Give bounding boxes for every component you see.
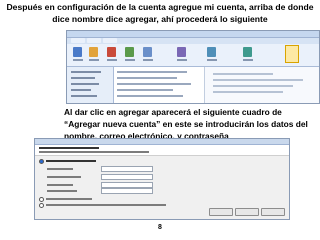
ribbon-tab: [71, 38, 85, 43]
cancel-button[interactable]: [261, 208, 285, 216]
ribbon-label: [73, 59, 83, 61]
move-icon: [177, 47, 186, 57]
ribbon-label: [107, 59, 117, 61]
new-mail-icon: [73, 47, 82, 57]
address-book-icon: [243, 47, 252, 57]
manual-setup-radio[interactable]: [39, 203, 44, 208]
dialog-header: [35, 145, 289, 156]
text-messaging-radio[interactable]: [39, 197, 44, 202]
ribbon-label: [125, 59, 135, 61]
auto-setup-radio[interactable]: [39, 159, 44, 164]
reading-pane: [205, 67, 319, 103]
ribbon-tab: [87, 38, 101, 43]
mail-list: [114, 67, 205, 103]
reply-icon: [125, 47, 134, 57]
add-new-account-dialog-screenshot: [34, 138, 290, 220]
ribbon-toolbar: [67, 44, 319, 67]
ribbon-tab: [103, 38, 117, 43]
name-field[interactable]: [101, 166, 153, 172]
rules-icon: [207, 47, 216, 57]
email-field[interactable]: [101, 174, 153, 180]
confirm-password-field[interactable]: [101, 188, 153, 194]
page-number: 8: [158, 224, 162, 231]
new-items-icon: [89, 47, 98, 57]
window-titlebar: [67, 31, 319, 38]
ribbon-label: [207, 59, 217, 61]
top-caption: Después en configuración de la cuenta ag…: [6, 2, 314, 24]
delete-icon: [107, 47, 116, 57]
ribbon-label: [143, 59, 153, 61]
ribbon-label: [243, 59, 253, 61]
forward-icon: [143, 47, 152, 57]
outlook-account-settings-screenshot: [66, 30, 320, 104]
add-account-button-highlight[interactable]: [285, 45, 299, 63]
back-button[interactable]: [209, 208, 233, 216]
mid-caption: Al dar clic en agregar aparecerá el sigu…: [64, 107, 308, 141]
next-button[interactable]: [235, 208, 259, 216]
navigation-pane: [67, 67, 114, 103]
ribbon-label: [177, 59, 187, 61]
ribbon-label: [89, 59, 99, 61]
